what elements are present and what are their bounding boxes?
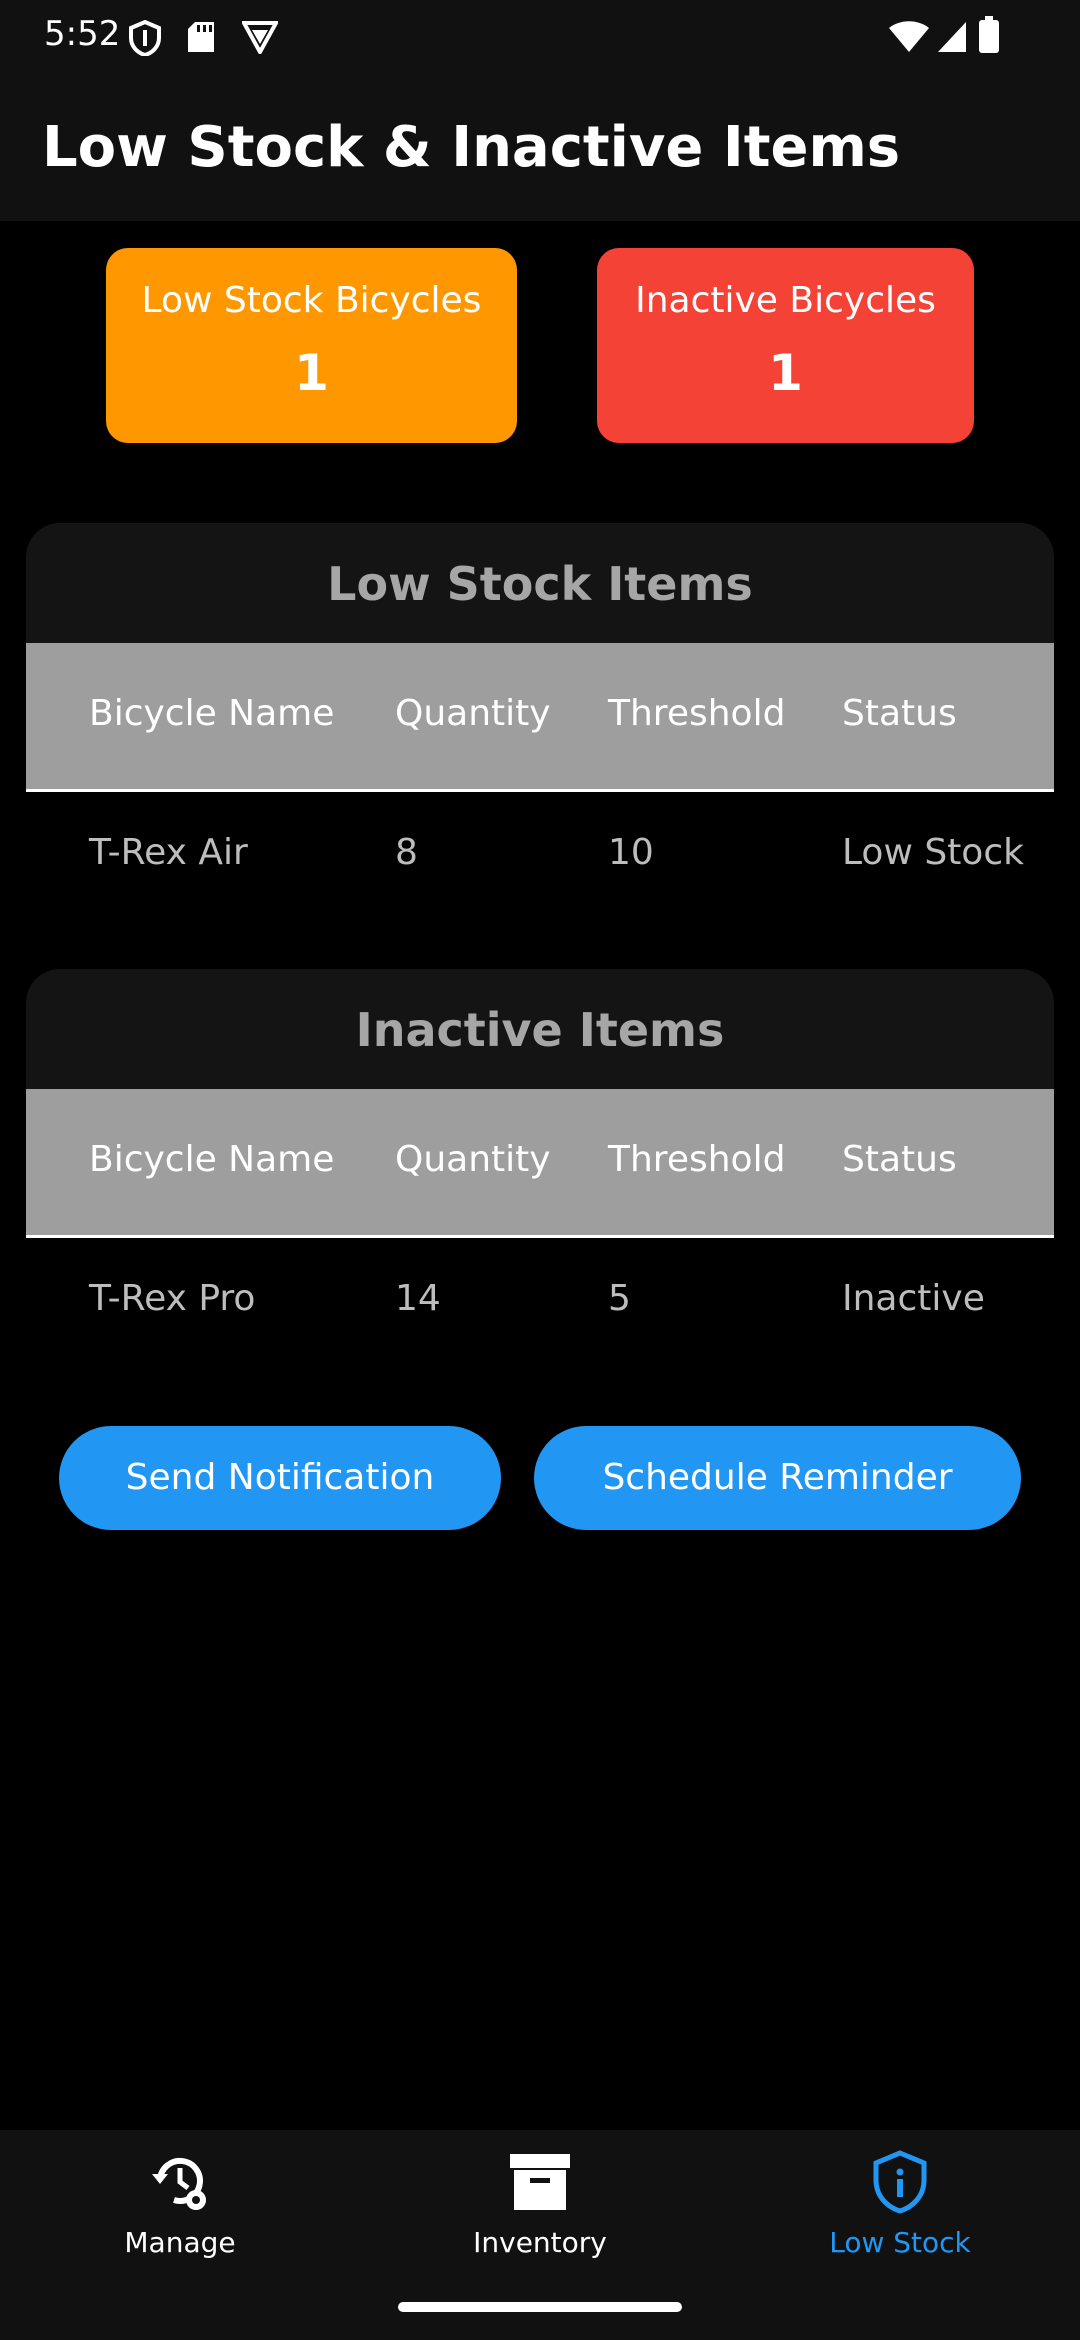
inactive-summary-count: 1 (768, 344, 803, 402)
column-header-status: Status (842, 1139, 957, 1180)
table-row: T-Rex Air 8 10 Low Stock (26, 792, 1054, 910)
history-settings-icon (152, 2157, 206, 2210)
status-bar: 5:52 (0, 0, 1080, 73)
inactive-section: Inactive Items Bicycle Name Quantity Thr… (26, 969, 1054, 1356)
low-stock-summary-count: 1 (294, 344, 329, 402)
nav-item-low-stock[interactable]: Low Stock (720, 2130, 1080, 2290)
cell-bicycle-name: T-Rex Pro (89, 1278, 256, 1319)
inactive-section-title: Inactive Items (355, 1003, 725, 1057)
cell-status: Inactive (842, 1278, 985, 1319)
cell-quantity: 14 (395, 1278, 441, 1319)
page-title: Low Stock & Inactive Items (42, 115, 901, 180)
low-stock-summary-label: Low Stock Bicycles (141, 280, 482, 321)
schedule-reminder-button[interactable]: Schedule Reminder (534, 1426, 1021, 1530)
wifi-icon (889, 21, 929, 52)
low-stock-section: Low Stock Items Bicycle Name Quantity Th… (26, 523, 1054, 910)
low-stock-section-title: Low Stock Items (327, 557, 753, 611)
column-header-threshold: Threshold (608, 1139, 786, 1180)
inactive-table-header: Bicycle Name Quantity Threshold Status (26, 1089, 1054, 1238)
shield-info-icon (873, 2150, 927, 2214)
column-header-quantity: Quantity (395, 1139, 551, 1180)
low-stock-summary-card: Low Stock Bicycles 1 (106, 248, 517, 443)
home-indicator[interactable] (398, 2302, 682, 2312)
inactive-section-header: Inactive Items (26, 969, 1054, 1089)
cell-bicycle-name: T-Rex Air (89, 832, 248, 873)
app-bar: Low Stock & Inactive Items (0, 73, 1080, 221)
column-header-status: Status (842, 693, 957, 734)
nav-label-inventory: Inventory (473, 2226, 607, 2259)
nav-item-manage[interactable]: Manage (0, 2130, 360, 2290)
column-header-bicycle-name: Bicycle Name (89, 1139, 335, 1180)
low-stock-section-header: Low Stock Items (26, 523, 1054, 643)
nav-label-manage: Manage (124, 2226, 236, 2259)
shield-icon (129, 20, 161, 56)
cell-threshold: 10 (608, 832, 654, 873)
column-header-threshold: Threshold (608, 693, 786, 734)
column-header-bicycle-name: Bicycle Name (89, 693, 335, 734)
low-stock-table-header: Bicycle Name Quantity Threshold Status (26, 643, 1054, 792)
nav-item-inventory[interactable]: Inventory (360, 2130, 720, 2290)
vpn-icon (242, 21, 278, 54)
cell-status: Low Stock (842, 832, 1024, 873)
cell-quantity: 8 (395, 832, 418, 873)
cell-threshold: 5 (608, 1278, 631, 1319)
battery-icon (979, 16, 999, 53)
status-time: 5:52 (44, 14, 121, 54)
archive-box-icon (510, 2154, 570, 2210)
nav-label-low-stock: Low Stock (829, 2226, 971, 2259)
signal-icon (938, 22, 966, 52)
column-header-quantity: Quantity (395, 693, 551, 734)
send-notification-button[interactable]: Send Notification (59, 1426, 501, 1530)
inactive-summary-card: Inactive Bicycles 1 (597, 248, 974, 443)
table-row: T-Rex Pro 14 5 Inactive (26, 1238, 1054, 1356)
inactive-summary-label: Inactive Bicycles (635, 280, 936, 321)
sd-card-icon (188, 22, 214, 52)
